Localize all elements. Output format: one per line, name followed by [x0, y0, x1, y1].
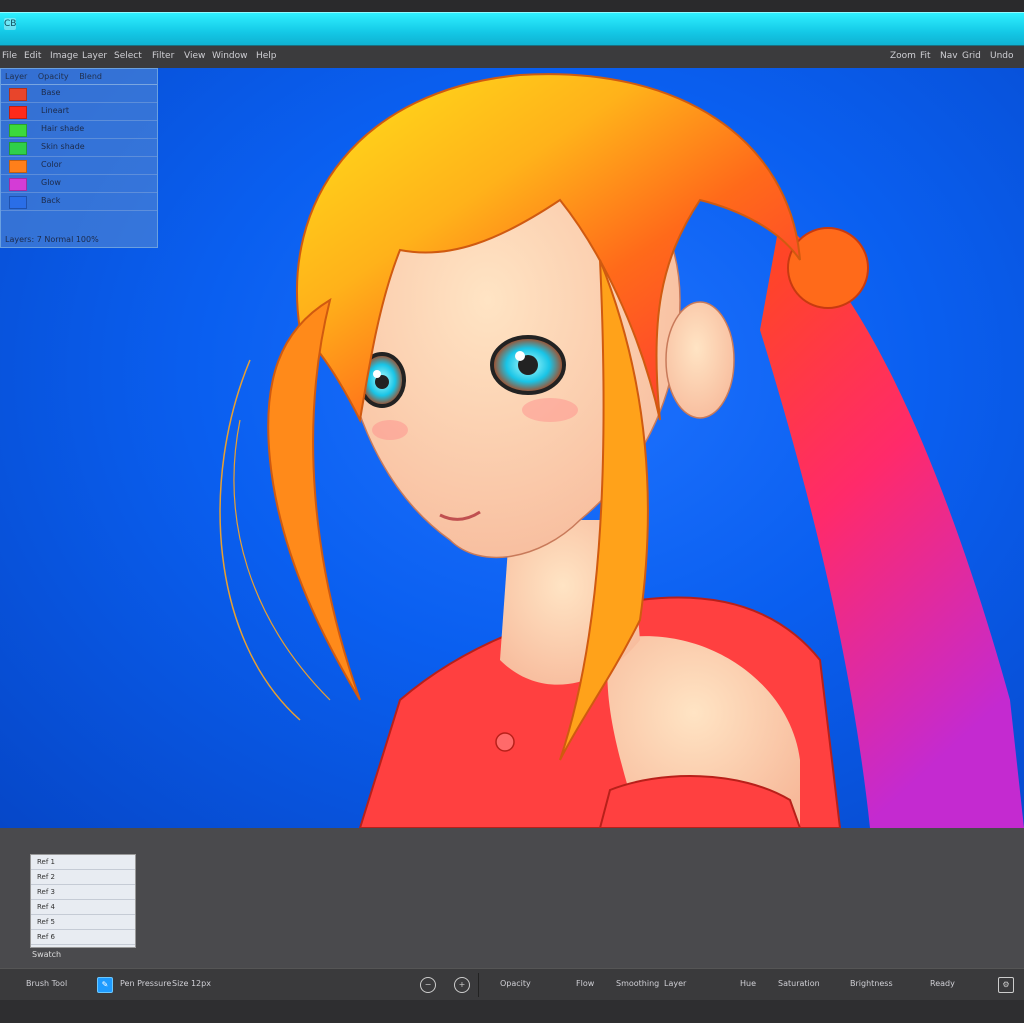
menu-item-filter[interactable]: Filter [152, 51, 174, 61]
layer-name: Back [41, 196, 61, 205]
menu-item-fit[interactable]: Fit [920, 51, 931, 61]
layer-thumbnail [9, 88, 27, 101]
layer-row[interactable]: Skin shade [1, 139, 157, 157]
reference-row[interactable]: Ref 4 [31, 900, 135, 915]
menu-bar: File Edit Image Layer Select Filter View… [0, 46, 1024, 69]
top-strip [0, 0, 1024, 12]
layer-thumbnail [9, 178, 27, 191]
layer-thumbnail [9, 124, 27, 137]
layer-name: Skin shade [41, 142, 85, 151]
status-pressure[interactable]: Pen Pressure [120, 979, 171, 988]
status-brightness[interactable]: Brightness [850, 979, 893, 988]
menu-item-layer[interactable]: Layer [82, 51, 107, 61]
layer-thumbnail [9, 196, 27, 209]
zoom-out-icon[interactable]: − [420, 977, 436, 993]
layer-name: Color [41, 160, 62, 169]
layer-row[interactable]: Base [1, 85, 157, 103]
status-hue[interactable]: Hue [740, 979, 756, 988]
menu-item-image[interactable]: Image [50, 51, 78, 61]
reference-caption: Swatch [32, 950, 62, 959]
menu-item-select[interactable]: Select [114, 51, 142, 61]
status-size[interactable]: Size 12px [172, 979, 211, 988]
reference-row[interactable]: Ref 6 [31, 930, 135, 945]
menu-item-help[interactable]: Help [256, 51, 277, 61]
layer-name: Lineart [41, 106, 69, 115]
status-layer[interactable]: Layer [664, 979, 686, 988]
status-ready: Ready [930, 979, 955, 988]
lower-workspace [0, 828, 1024, 968]
menu-item-nav[interactable]: Nav [940, 51, 958, 61]
menu-item-zoom[interactable]: Zoom [890, 51, 916, 61]
title-bar: CB [0, 12, 1024, 47]
layer-name: Glow [41, 178, 61, 187]
status-saturation[interactable]: Saturation [778, 979, 820, 988]
status-flow[interactable]: Flow [576, 979, 594, 988]
reference-panel: Ref 1 Ref 2 Ref 3 Ref 4 Ref 5 Ref 6 [30, 854, 136, 948]
status-bar: Brush Tool ✎ Pen Pressure Size 12px − + … [0, 968, 1024, 1001]
zoom-in-icon[interactable]: + [454, 977, 470, 993]
layer-name: Hair shade [41, 124, 85, 133]
menu-item-grid[interactable]: Grid [962, 51, 981, 61]
layer-name: Base [41, 88, 61, 97]
menu-item-edit[interactable]: Edit [24, 51, 41, 61]
layer-thumbnail [9, 160, 27, 173]
layers-header-blend[interactable]: Blend [79, 72, 102, 81]
layer-thumbnail [9, 142, 27, 155]
status-tool-name[interactable]: Brush Tool [26, 979, 67, 988]
layers-footer: Layers: 7 Normal 100% [5, 235, 99, 244]
layer-row[interactable]: Back [1, 193, 157, 211]
reference-row[interactable]: Ref 3 [31, 885, 135, 900]
layer-thumbnail [9, 106, 27, 119]
layers-panel: Layer Opacity Blend Base Lineart Hair sh… [0, 68, 158, 248]
reference-row[interactable]: Ref 5 [31, 915, 135, 930]
reference-row[interactable]: Ref 2 [31, 870, 135, 885]
menu-item-file[interactable]: File [2, 51, 17, 61]
brush-icon[interactable]: ✎ [97, 977, 113, 993]
layer-row[interactable]: Hair shade [1, 121, 157, 139]
status-smoothing[interactable]: Smoothing [616, 979, 659, 988]
bottom-strip [0, 1000, 1024, 1023]
layer-row[interactable]: Glow [1, 175, 157, 193]
layers-header-layer[interactable]: Layer [5, 72, 27, 81]
status-divider [478, 973, 479, 997]
menu-item-view[interactable]: View [184, 51, 205, 61]
layers-panel-header: Layer Opacity Blend [1, 69, 157, 85]
menu-item-undo[interactable]: Undo [990, 51, 1014, 61]
reference-row[interactable]: Ref 1 [31, 855, 135, 870]
app-icon[interactable]: CB [4, 18, 16, 30]
menu-item-window[interactable]: Window [212, 51, 248, 61]
settings-icon[interactable]: ⚙ [998, 977, 1014, 993]
layers-header-opacity[interactable]: Opacity [38, 72, 69, 81]
status-opacity[interactable]: Opacity [500, 979, 531, 988]
layer-row[interactable]: Color [1, 157, 157, 175]
layer-row[interactable]: Lineart [1, 103, 157, 121]
